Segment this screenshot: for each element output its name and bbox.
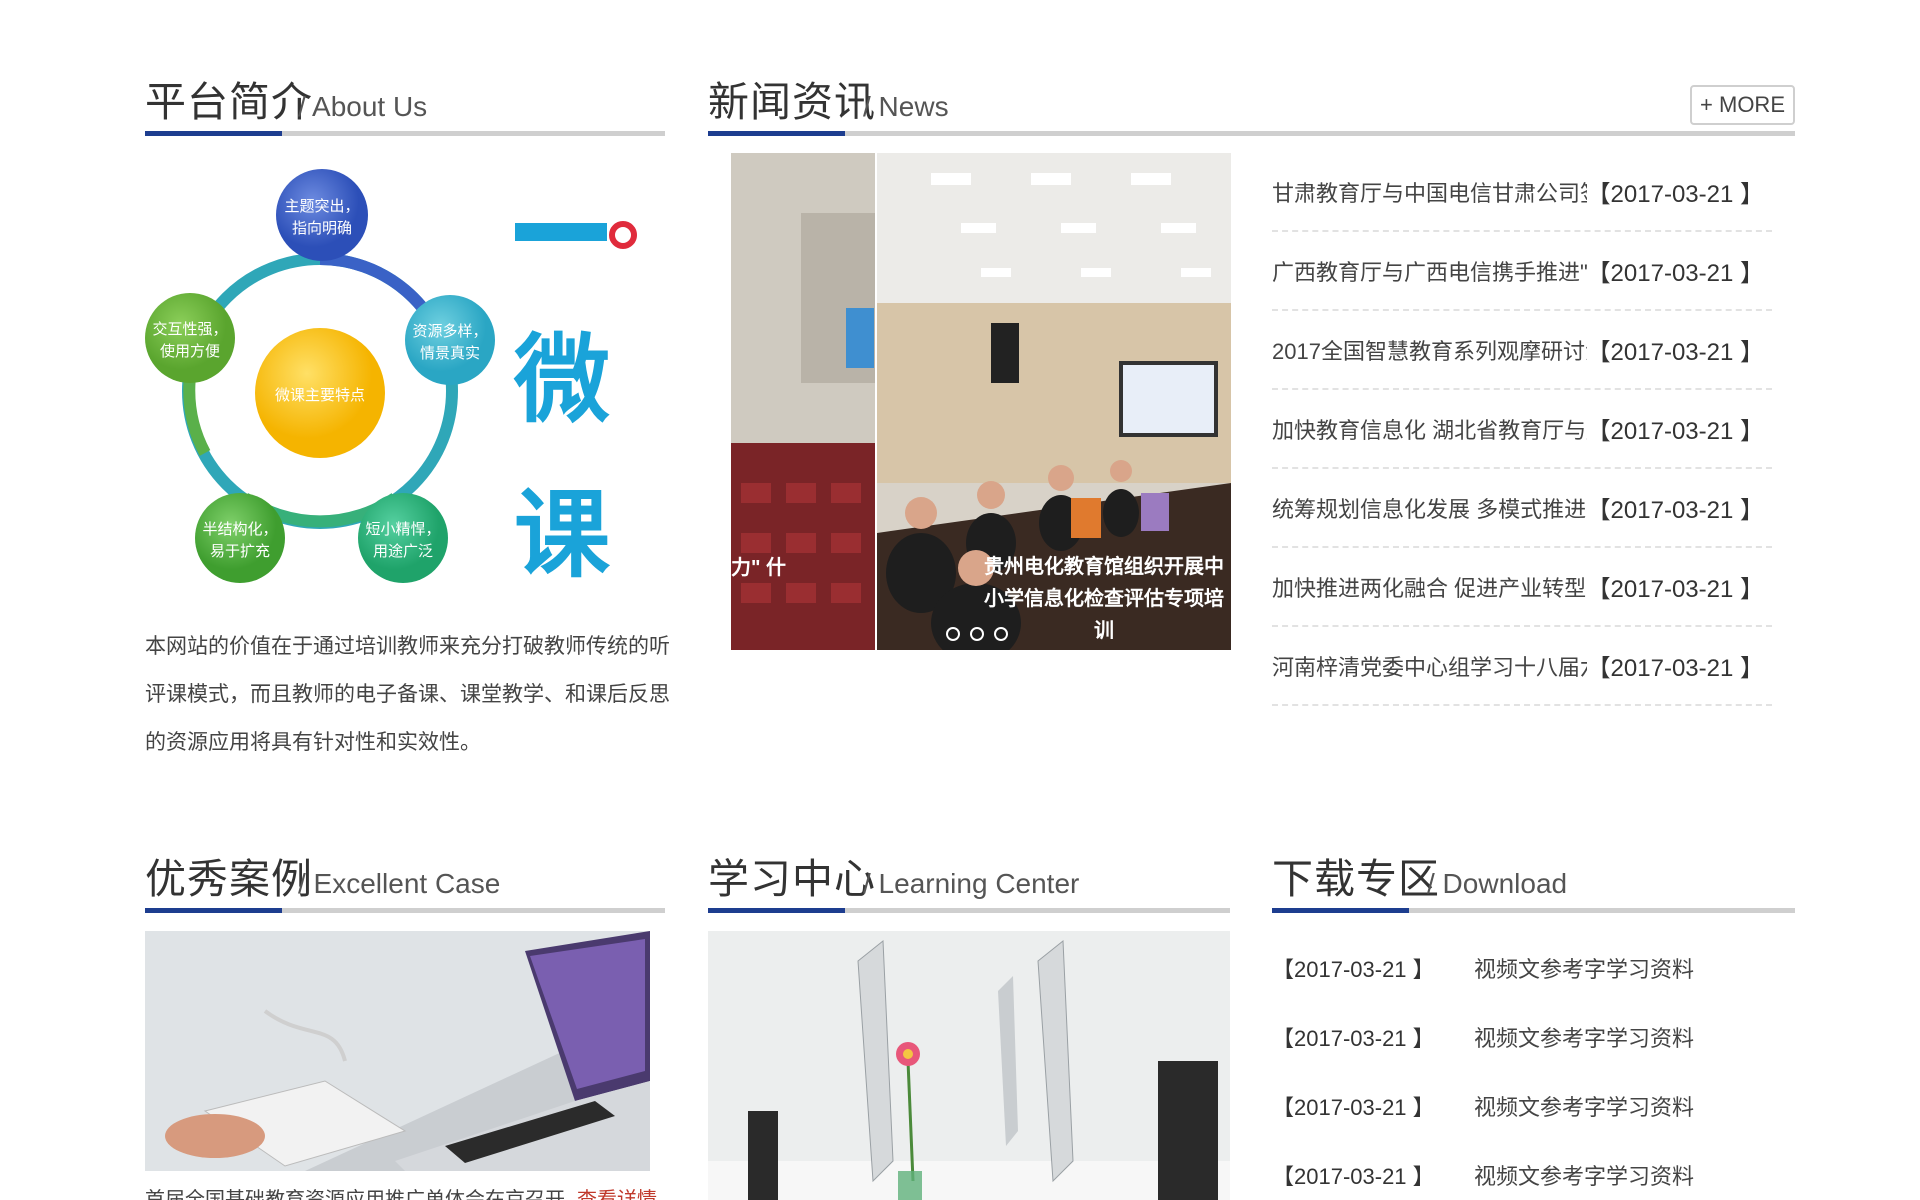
news-item[interactable]: 统筹规划信息化发展 多模式推进" 【2017-03-21 】 [1272,469,1772,548]
case-text: 首届全国基础教育资源应用推广单体会在京召开 查看详情 [145,1183,657,1200]
about-subtitle: / About Us [298,91,428,122]
learning-image[interactable] [708,931,1230,1200]
about-header-accent [145,131,282,136]
slider-caption: 贵州电化教育馆组织开展中小学信息化检查评估专项培训 [984,556,1224,642]
news-title: 新闻资讯 [708,79,876,125]
news-list: 甘肃教育厅与中国电信甘肃公司签订【2017-03-21 】 广西教育厅与广西电信… [1272,153,1772,706]
svg-text:交互性强，: 交互性强， [152,320,227,338]
news-item-date: 【2017-03-21 】 [1586,181,1764,208]
slider-dot[interactable] [994,627,1008,641]
download-section: 下载专区 / Download 【2017-03-21 】视频文参考字学习资料 … [1272,855,1795,1189]
logo-dot-icon [609,221,637,249]
download-header: 下载专区 / Download [1272,855,1795,913]
news-item-title[interactable]: 2017全国智慧教育系列观摩研讨活 [1272,334,1587,366]
case-header-accent [145,908,282,913]
news-item-date: 【2017-03-21 】 [1586,497,1764,524]
svg-text:易于扩充: 易于扩充 [210,542,270,560]
news-item-title[interactable]: 甘肃教育厅与中国电信甘肃公司签订 [1272,176,1587,208]
news-item[interactable]: 甘肃教育厅与中国电信甘肃公司签订【2017-03-21 】 [1272,153,1772,232]
svg-text:短小精悍，: 短小精悍， [365,520,440,538]
case-title: 优秀案例 [145,856,313,902]
case-image[interactable] [145,931,650,1171]
svg-text:用途广泛: 用途广泛 [373,542,433,560]
download-item-title[interactable]: 视频文参考字学习资料 [1474,1021,1694,1053]
download-item-title[interactable]: 视频文参考字学习资料 [1474,1159,1694,1191]
news-image-slider[interactable]: 力" 什 贵州电化教育馆组织开展中小学信息化检查评估专项培训 [731,153,1231,650]
learning-subtitle: / Learning Center [863,868,1080,899]
learning-header-accent [708,908,845,913]
case-detail-link[interactable]: 查看详情 [577,1189,657,1200]
news-item-date: 【2017-03-21 】 [1586,339,1764,366]
news-item[interactable]: 2017全国智慧教育系列观摩研讨活 【2017-03-21 】 [1272,311,1772,390]
news-item[interactable]: 河南梓清党委中心组学习十八届六中【2017-03-21 】 [1272,627,1772,706]
svg-text:使用方便: 使用方便 [160,342,220,360]
download-item[interactable]: 【2017-03-21 】 视频文参考字学习资料 [1272,1071,1795,1140]
weike-char-2: 课 [514,479,611,591]
download-item-date: 【2017-03-21 】 [1272,1094,1435,1120]
download-list: 【2017-03-21 】视频文参考字学习资料 【2017-03-21 】视频文… [1272,933,1795,1200]
weike-features-diagram: 微课主要特点 主题突出， 指向明确 资源多样， 情景真实 短小精悍， 用途广泛 … [145,169,637,591]
news-item-date: 【2017-03-21 】 [1586,655,1764,682]
slider-caption-left: 力" 什 [731,557,787,579]
news-item-title[interactable]: 广西教育厅与广西电信携手推进"十三 [1272,255,1587,287]
about-header: 平台简介 / About Us [145,78,665,136]
svg-text:资源多样，: 资源多样， [412,322,487,340]
news-header: 新闻资讯 / News + MORE [708,78,1795,136]
news-section: 新闻资讯 / News + MORE 力" 什 贵州电化教育馆组织开展中小学信息… [708,78,1795,706]
download-item[interactable]: 【2017-03-21 】 视频文参考字学习资料 [1272,933,1795,1002]
news-item-title[interactable]: 加快教育信息化 湖北省教育厅与腾 [1272,413,1587,445]
learning-title: 学习中心 [708,856,876,902]
learning-section: 学习中心 / Learning Center [708,855,1230,1200]
download-item-title[interactable]: 视频文参考字学习资料 [1474,1090,1694,1122]
news-header-accent [708,131,845,136]
news-more-button[interactable]: + MORE [1690,85,1795,125]
news-item[interactable]: 广西教育厅与广西电信携手推进"十三【2017-03-21 】 [1272,232,1772,311]
news-item-date: 【2017-03-21 】 [1586,576,1764,603]
news-item[interactable]: 加快推进两化融合 促进产业转型升 【2017-03-21 】 [1272,548,1772,627]
download-subtitle: / Download [1427,868,1568,899]
news-subtitle: / News [863,91,949,122]
svg-text:半结构化，: 半结构化， [202,520,277,538]
news-item-title[interactable]: 加快推进两化融合 促进产业转型升 [1272,571,1587,603]
download-item-date: 【2017-03-21 】 [1272,1025,1435,1051]
download-item[interactable]: 【2017-03-21 】 视频文参考字学习资料 [1272,1140,1795,1200]
slider-dots [946,627,1008,641]
download-item-date: 【2017-03-21 】 [1272,956,1435,982]
download-title: 下载专区 [1272,856,1440,902]
slider-dot[interactable] [946,627,960,641]
about-section: 平台简介 / About Us 微课主要特点 主题突出， 指向明确 资源多样， … [145,78,670,754]
learning-header: 学习中心 / Learning Center [708,855,1230,913]
svg-text:情景真实: 情景真实 [420,344,480,362]
news-item-date: 【2017-03-21 】 [1586,260,1764,287]
news-item-title[interactable]: 河南梓清党委中心组学习十八届六中 [1272,650,1587,682]
download-item-title[interactable]: 视频文参考字学习资料 [1474,952,1694,984]
news-item-date: 【2017-03-21 】 [1586,418,1764,445]
case-section: 优秀案例 / Excellent Case 首届全国基础教育资源应用推广单体会在… [145,855,665,1200]
weike-char-1: 微 [513,324,610,436]
case-description: 首届全国基础教育资源应用推广单体会在京召开 [145,1189,565,1200]
slider-dot[interactable] [970,627,984,641]
download-header-accent [1272,908,1409,913]
diagram-center-label: 微课主要特点 [275,386,365,404]
about-description: 本网站的价值在于通过培训教师来充分打破教师传统的听评课模式，而且教师的电子备课、… [145,635,670,754]
news-item-title[interactable]: 统筹规划信息化发展 多模式推进" [1272,492,1587,524]
case-header: 优秀案例 / Excellent Case [145,855,665,913]
download-item-date: 【2017-03-21 】 [1272,1163,1435,1189]
about-title: 平台简介 [145,79,313,125]
svg-text:指向明确: 指向明确 [292,219,352,237]
case-subtitle: / Excellent Case [298,868,501,899]
download-item[interactable]: 【2017-03-21 】 视频文参考字学习资料 [1272,1002,1795,1071]
news-item[interactable]: 加快教育信息化 湖北省教育厅与腾 【2017-03-21 】 [1272,390,1772,469]
svg-text:主题突出，: 主题突出， [284,197,359,215]
